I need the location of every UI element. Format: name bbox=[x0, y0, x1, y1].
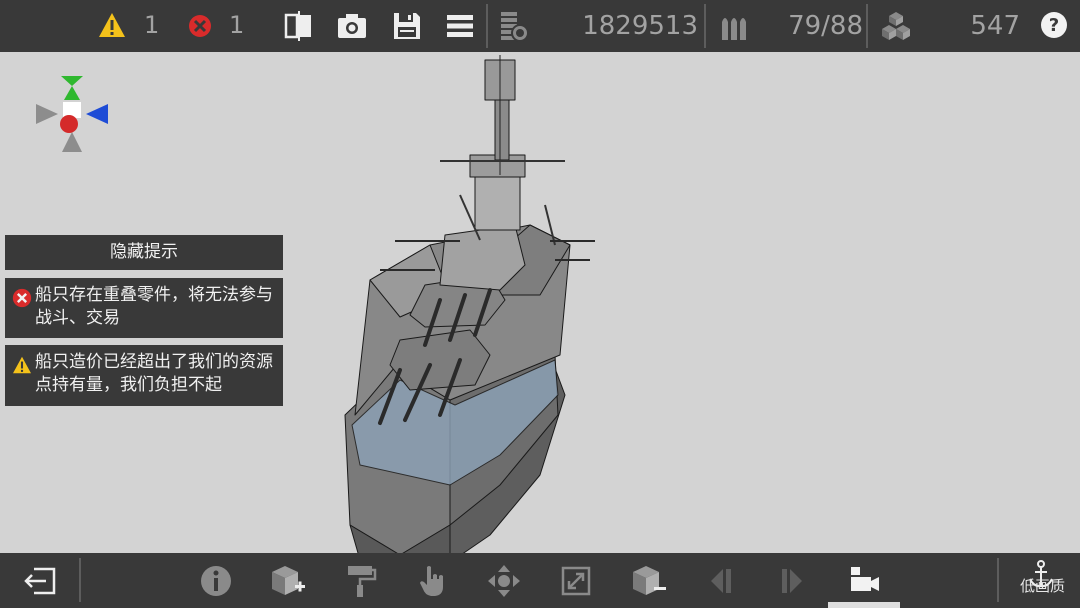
separator bbox=[486, 4, 488, 48]
orientation-gizmo[interactable] bbox=[30, 72, 114, 156]
hand-pointer-icon[interactable] bbox=[415, 563, 451, 599]
part-count: 547 bbox=[970, 11, 1020, 41]
camera-view-icon[interactable] bbox=[846, 563, 882, 599]
svg-text:?: ? bbox=[1049, 15, 1059, 36]
separator bbox=[79, 558, 81, 602]
cost-warning-message: 船只造价已经超出了我们的资源点持有量，我们负担不起 bbox=[5, 345, 283, 406]
warning-message-text: 船只造价已经超出了我们的资源点持有量，我们负担不起 bbox=[35, 352, 273, 395]
help-icon[interactable]: ? bbox=[1040, 11, 1068, 39]
scale-icon[interactable] bbox=[558, 563, 594, 599]
remove-part-icon[interactable] bbox=[630, 563, 666, 599]
error-count: 1 bbox=[229, 11, 245, 39]
error-icon[interactable] bbox=[188, 14, 212, 38]
menu-icon[interactable] bbox=[444, 10, 476, 42]
warning-icon[interactable] bbox=[98, 12, 126, 38]
camera-icon[interactable] bbox=[336, 10, 368, 42]
save-icon[interactable] bbox=[391, 10, 423, 42]
active-tool-indicator bbox=[828, 602, 900, 608]
exit-icon[interactable] bbox=[22, 563, 58, 599]
overlap-error-message: 船只存在重叠零件，将无法参与战斗、交易 bbox=[5, 278, 283, 338]
ship-model-viewport[interactable] bbox=[300, 55, 620, 585]
warning-count: 1 bbox=[144, 11, 160, 39]
warning-icon bbox=[13, 356, 31, 374]
cubes-icon bbox=[882, 12, 910, 40]
ammo-icon bbox=[722, 18, 746, 40]
resource-points: 1829513 bbox=[582, 11, 698, 41]
separator bbox=[704, 4, 706, 48]
ammo-count: 79/88 bbox=[788, 11, 863, 41]
error-icon bbox=[12, 288, 32, 308]
quality-toggle-label[interactable]: 低画质 bbox=[1020, 575, 1065, 596]
error-message-text: 船只存在重叠零件，将无法参与战斗、交易 bbox=[35, 285, 273, 328]
prev-icon[interactable] bbox=[703, 563, 739, 599]
add-part-icon[interactable] bbox=[269, 563, 305, 599]
separator bbox=[997, 558, 999, 602]
move-icon[interactable] bbox=[486, 563, 522, 599]
info-icon[interactable] bbox=[198, 563, 234, 599]
coins-icon bbox=[501, 12, 529, 42]
hide-tips-button[interactable]: 隐藏提示 bbox=[5, 235, 283, 270]
next-icon[interactable] bbox=[774, 563, 810, 599]
bottom-toolbar bbox=[0, 553, 1080, 608]
paint-roller-icon[interactable] bbox=[342, 563, 378, 599]
separator bbox=[866, 4, 868, 48]
top-toolbar: 1 1 1829513 79/88 547 ? bbox=[0, 0, 1080, 52]
mirror-icon[interactable] bbox=[283, 10, 315, 42]
